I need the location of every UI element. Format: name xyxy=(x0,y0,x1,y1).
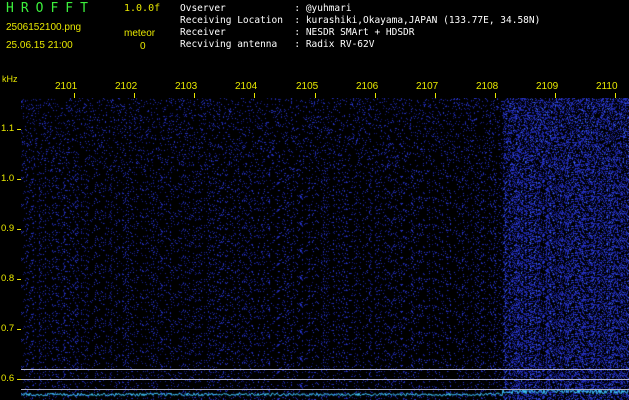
y-tick-label: 0.6 xyxy=(1,373,15,384)
receiver-line: Receiver : NESDR SMArt + HDSDR xyxy=(180,27,415,38)
y-tick-label: 1.0 xyxy=(1,173,15,184)
antenna-line: Recviving antenna : Radix RV-62V xyxy=(180,39,375,50)
frequency-marker-line xyxy=(21,369,629,370)
meteor-label: meteor xyxy=(124,28,156,39)
x-tick-label: 2105 xyxy=(296,81,319,92)
spectrogram-plot xyxy=(21,98,629,400)
x-tick-label: 2107 xyxy=(416,81,439,92)
x-tick-label: 2110 xyxy=(596,81,618,92)
x-tick-label: 2101 xyxy=(55,81,78,92)
app-title: HROFFT xyxy=(6,1,95,16)
x-tick-label: 2106 xyxy=(356,81,379,92)
y-tick-label: 0.9 xyxy=(1,223,15,234)
x-tick-label: 2102 xyxy=(115,81,138,92)
frequency-marker-line xyxy=(21,389,629,390)
filename-label: 2506152100.png xyxy=(6,22,82,33)
observer-line: Ovserver : @yuhmari xyxy=(180,3,352,14)
y-unit-label: kHz xyxy=(2,74,18,84)
x-tick-label: 2104 xyxy=(235,81,258,92)
location-line: Receiving Location : kurashiki,Okayama,J… xyxy=(180,15,541,26)
x-tick-label: 2108 xyxy=(476,81,499,92)
version-label: 1.0.0f xyxy=(124,3,161,14)
meteor-count: 0 xyxy=(140,41,146,52)
y-tick-label: 0.7 xyxy=(1,323,15,334)
y-tick-label: 1.1 xyxy=(1,123,15,134)
x-tick-label: 2109 xyxy=(536,81,559,92)
x-tick-label: 2103 xyxy=(175,81,198,92)
datetime-label: 25.06.15 21:00 xyxy=(6,40,73,51)
frequency-marker-line xyxy=(21,379,629,380)
spectrogram-canvas xyxy=(21,98,629,400)
y-tick-label: 0.8 xyxy=(1,273,15,284)
